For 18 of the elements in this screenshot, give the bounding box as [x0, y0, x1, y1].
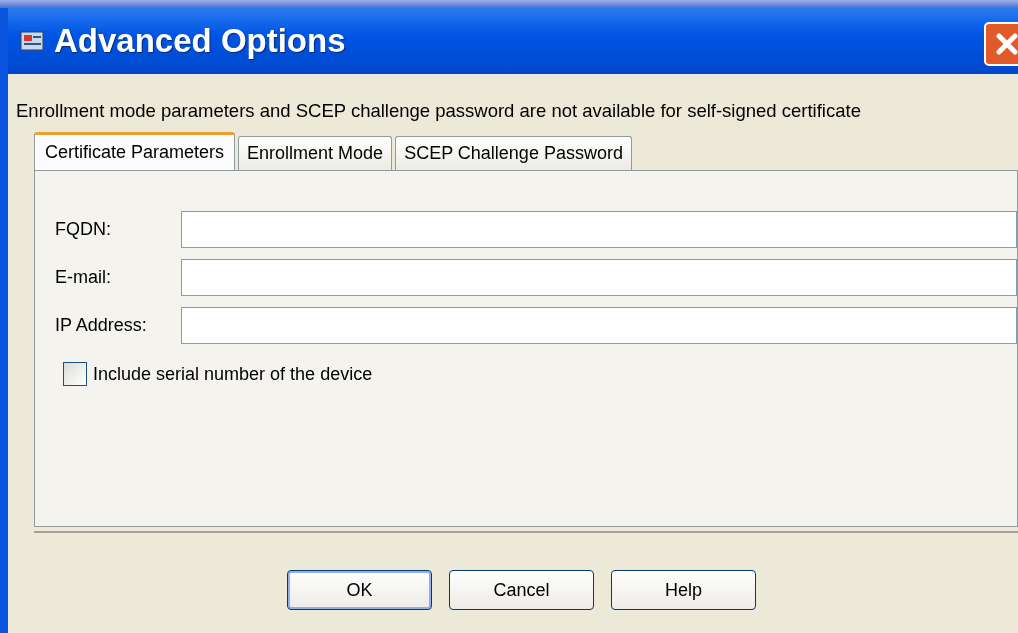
field-label: IP Address:	[55, 315, 148, 336]
field-label: FQDN:	[55, 219, 112, 240]
tab[interactable]: Certificate Parameters	[34, 132, 236, 170]
tab[interactable]: Enrollment Mode	[238, 136, 393, 170]
field-label: E-mail:	[55, 267, 112, 288]
checkbox[interactable]	[63, 362, 87, 386]
window-app-icon	[20, 29, 46, 53]
window-title: Advanced Options	[54, 22, 346, 60]
input-field[interactable]	[181, 259, 1017, 296]
dialog-button[interactable]: Help	[611, 570, 756, 610]
tab[interactable]: SCEP Challenge Password	[395, 136, 632, 170]
dialog-button[interactable]: Cancel	[449, 570, 594, 610]
dialog-button[interactable]: OK	[287, 570, 432, 610]
close-button[interactable]	[984, 22, 1018, 66]
info-message: Enrollment mode parameters and SCEP challenge password are not available for self-signed certificate	[16, 99, 862, 122]
checkbox-label: Include serial number of the device	[93, 363, 373, 385]
input-field[interactable]	[181, 211, 1017, 248]
input-field[interactable]	[181, 307, 1017, 344]
